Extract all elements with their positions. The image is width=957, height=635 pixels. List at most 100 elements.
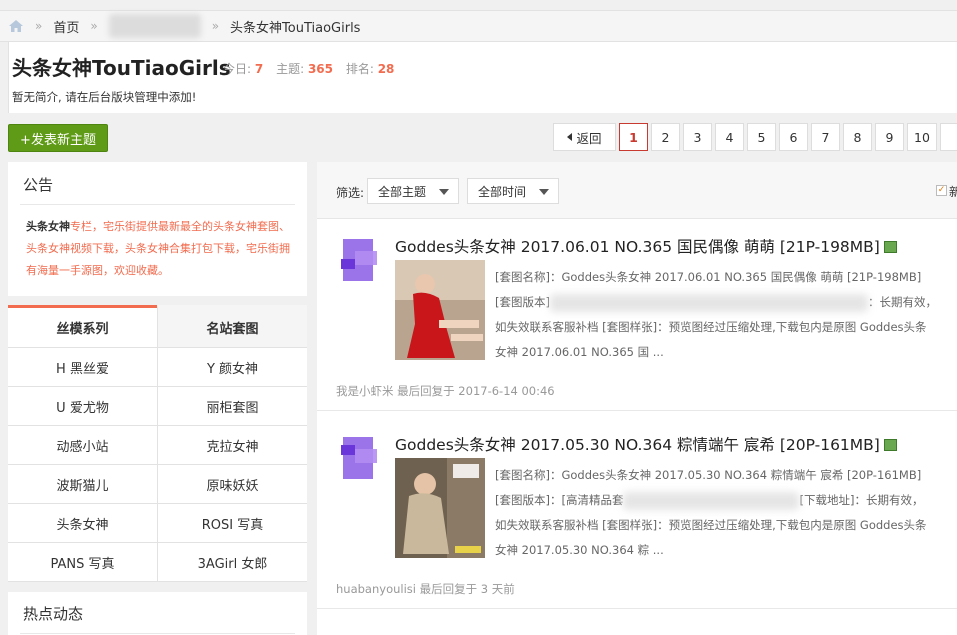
page-link[interactable]: 3 xyxy=(683,123,712,151)
page-link[interactable]: 6 xyxy=(779,123,808,151)
page-link[interactable]: 10 xyxy=(907,123,937,151)
blurred-text xyxy=(623,491,800,510)
time-filter-select[interactable]: 全部时间 xyxy=(467,178,559,204)
avatar[interactable] xyxy=(341,437,379,479)
category-link[interactable]: 丽柜套图 xyxy=(158,387,307,426)
thread-thumbnail[interactable] xyxy=(395,458,485,558)
category-link[interactable]: Y 颜女神 xyxy=(158,348,307,387)
breadcrumb-home-link[interactable]: 首页 xyxy=(53,17,79,36)
today-value: 7 xyxy=(254,62,264,76)
category-link[interactable]: U 爱尤物 xyxy=(8,387,158,426)
thread-thumbnail[interactable] xyxy=(395,260,485,360)
back-label: 返回 xyxy=(576,130,602,146)
category-link[interactable]: 波斯猫儿 xyxy=(8,465,158,504)
forum-stats: 今日: 7 主题: 365 排名: 28 xyxy=(223,60,403,77)
page-link[interactable]: 2 xyxy=(651,123,680,151)
notice-text: 头条女神专栏，宅乐街提供最新最全的头条女神套图、头条女神视频下载，头条女神合集打… xyxy=(26,216,292,282)
thread-title-link[interactable]: Goddes头条女神 2017.06.01 NO.365 国民偶像 萌萌 [21… xyxy=(395,235,897,257)
category-link[interactable]: PANS 写真 xyxy=(8,543,158,582)
category-link[interactable]: 3AGirl 女郎 xyxy=(158,543,307,582)
thread-title: Goddes头条女神 2017.06.01 NO.365 国民偶像 萌萌 [21… xyxy=(395,238,880,256)
thread-list-panel: 筛选: 全部主题 全部时间 ✓ 新 Goddes头条女神 2017.06.01 … xyxy=(317,162,957,635)
forum-header: 头条女神TouTiaoGirls 今日: 7 主题: 365 排名: 28 暂无… xyxy=(8,42,957,113)
notice-panel: 公告 头条女神专栏，宅乐街提供最新最全的头条女神套图、头条女神视频下载，头条女神… xyxy=(8,162,307,296)
topic-filter-value: 全部主题 xyxy=(378,184,427,199)
filter-label: 筛选: xyxy=(336,186,365,200)
divider xyxy=(317,608,957,609)
summary-line: [套图名称]：Goddes头条女神 2017.06.01 NO.365 国民偶像… xyxy=(495,270,922,284)
summary-line: 如失效联系客服补档 [套图样张]：预览图经过压缩处理,下载包内是原图 Godde… xyxy=(495,320,927,334)
home-icon[interactable] xyxy=(8,19,24,33)
page-link[interactable]: 7 xyxy=(811,123,840,151)
divider xyxy=(20,204,295,205)
new-topic-button[interactable]: +发表新主题 xyxy=(8,124,108,152)
thread-meta: huabanyoulisi 最后回复于 3 天前 xyxy=(336,582,515,596)
blurred-text xyxy=(549,293,868,312)
notice-brand: 头条女神 xyxy=(26,220,70,233)
summary-text: ：长期有效， xyxy=(867,295,937,309)
summary-line: 女神 2017.05.30 NO.364 粽 ... xyxy=(495,543,664,557)
category-panel: 丝模系列 名站套图 H 黑丝爱 Y 颜女神 U 爱尤物 丽柜套图 动感小站 克拉… xyxy=(8,305,307,582)
summary-line: [套图版本] ：长期有效， xyxy=(495,290,945,315)
page-link[interactable]: 5 xyxy=(747,123,776,151)
left-triangle-icon xyxy=(567,133,573,141)
page-link[interactable]: 4 xyxy=(715,123,744,151)
page-link[interactable]: 8 xyxy=(843,123,872,151)
divider xyxy=(20,633,295,634)
summary-text: [套图版本] xyxy=(495,295,550,309)
category-link[interactable]: 动感小站 xyxy=(8,426,158,465)
summary-line: 女神 2017.06.01 NO.365 国 ... xyxy=(495,345,664,359)
page-link-more[interactable] xyxy=(939,123,957,151)
hot-title: 热点动态 xyxy=(23,605,84,623)
new-window-checkbox[interactable]: ✓ xyxy=(936,185,947,196)
today-label: 今日: xyxy=(223,62,252,76)
caret-down-icon xyxy=(439,189,449,195)
breadcrumb-hidden-link[interactable] xyxy=(108,14,201,38)
page-link-current[interactable]: 1 xyxy=(619,123,648,151)
summary-line: [套图名称]：Goddes头条女神 2017.05.30 NO.364 粽情端午… xyxy=(495,468,922,482)
summary-text: [下载地址]：长期有效， xyxy=(799,493,924,507)
caret-down-icon xyxy=(539,189,549,195)
category-link[interactable]: 克拉女神 xyxy=(158,426,307,465)
topics-value: 365 xyxy=(307,62,333,76)
summary-line: [套图版本]：[高清精品套 [下载地址]：长期有效， xyxy=(495,488,945,513)
image-attachment-icon xyxy=(883,438,897,451)
forum-intro: 暂无简介, 请在后台版块管理中添加! xyxy=(12,90,197,104)
category-tabs: 丝模系列 名站套图 xyxy=(8,305,307,348)
rank-value: 28 xyxy=(377,62,395,76)
divider xyxy=(317,410,957,411)
image-attachment-icon xyxy=(883,240,897,253)
forum-title: 头条女神TouTiaoGirls xyxy=(12,56,231,80)
notice-title: 公告 xyxy=(23,176,54,194)
summary-line: 如失效联系客服补档 [套图样张]：预览图经过压缩处理,下载包内是原图 Godde… xyxy=(495,518,927,532)
thread-summary: [套图名称]：Goddes头条女神 2017.05.30 NO.364 粽情端午… xyxy=(495,463,945,563)
category-link[interactable]: H 黑丝爱 xyxy=(8,348,158,387)
rank-label: 排名: xyxy=(345,62,374,76)
tab-silk-series[interactable]: 丝模系列 xyxy=(8,305,157,347)
page-link[interactable]: 9 xyxy=(875,123,904,151)
breadcrumb-separator: » xyxy=(211,19,220,33)
filter-bar: 筛选: 全部主题 全部时间 ✓ 新 xyxy=(317,162,957,219)
category-link[interactable]: ROSI 写真 xyxy=(158,504,307,543)
breadcrumb-separator: » xyxy=(90,19,98,33)
topics-label: 主题: xyxy=(276,62,305,76)
summary-text: [套图版本]：[高清精品套 xyxy=(495,493,624,507)
breadcrumb-current[interactable]: 头条女神TouTiaoGirls xyxy=(230,17,360,36)
tab-famous-sites[interactable]: 名站套图 xyxy=(157,305,307,347)
thread-summary: [套图名称]：Goddes头条女神 2017.06.01 NO.365 国民偶像… xyxy=(495,265,945,365)
breadcrumb-separator: » xyxy=(35,19,43,33)
topic-filter-select[interactable]: 全部主题 xyxy=(367,178,459,204)
pagination: 返回 1 2 3 4 5 6 7 8 9 10 xyxy=(553,123,957,151)
breadcrumb: » 首页 » » 头条女神TouTiaoGirls xyxy=(0,10,957,42)
new-window-label: 新 xyxy=(949,185,957,199)
category-link[interactable]: 原味妖妖 xyxy=(158,465,307,504)
thread-title: Goddes头条女神 2017.05.30 NO.364 粽情端午 宸希 [20… xyxy=(395,436,880,454)
hot-panel: 热点动态 xyxy=(8,592,307,635)
back-button[interactable]: 返回 xyxy=(553,123,616,151)
thread-meta: 我是小虾米 最后回复于 2017-6-14 00:46 xyxy=(336,384,555,398)
thread-title-link[interactable]: Goddes头条女神 2017.05.30 NO.364 粽情端午 宸希 [20… xyxy=(395,433,897,455)
category-link[interactable]: 头条女神 xyxy=(8,504,158,543)
time-filter-value: 全部时间 xyxy=(478,184,527,199)
category-grid: H 黑丝爱 Y 颜女神 U 爱尤物 丽柜套图 动感小站 克拉女神 波斯猫儿 原味… xyxy=(8,348,307,582)
avatar[interactable] xyxy=(341,239,379,281)
